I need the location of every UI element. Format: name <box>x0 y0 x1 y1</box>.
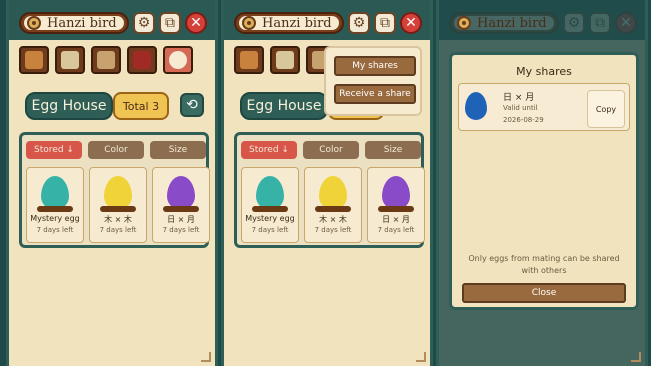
jar-icon[interactable] <box>91 46 121 74</box>
egg-card[interactable]: Mystery egg 7 days left <box>26 167 84 243</box>
app-title: Hanzi bird <box>262 15 332 31</box>
sort-stored-button[interactable]: Stored ↓ <box>241 141 297 159</box>
sort-color-button[interactable]: Color <box>303 141 359 159</box>
gear-icon[interactable]: ⚙ <box>133 12 155 34</box>
coin-icon <box>457 16 471 30</box>
share-icon[interactable]: ⟲ <box>180 93 204 117</box>
close-icon[interactable]: ✕ <box>400 12 422 34</box>
sort-stored-button[interactable]: Stored ↓ <box>26 141 82 159</box>
magnifier-icon[interactable] <box>270 46 300 74</box>
egg-grid: Stored ↓ Color Size Mystery egg 7 days l… <box>19 132 210 248</box>
house-icon[interactable] <box>19 46 49 74</box>
house-icon[interactable] <box>234 46 264 74</box>
resize-handle[interactable] <box>631 352 641 362</box>
magnifier-icon[interactable] <box>55 46 85 74</box>
close-icon[interactable]: ✕ <box>185 12 207 34</box>
coin-icon <box>242 16 256 30</box>
sort-size-button[interactable]: Size <box>365 141 421 159</box>
resize-handle[interactable] <box>201 352 211 362</box>
egg-card[interactable]: 木 × 木 7 days left <box>304 167 362 243</box>
sort-color-button[interactable]: Color <box>88 141 144 159</box>
egg-icon <box>465 92 487 120</box>
title-pill: Hanzi bird <box>19 12 129 34</box>
share-valid-label: Valid until <box>503 104 538 112</box>
share-note: Only eggs from mating can be shared with… <box>468 254 620 275</box>
egg-icon <box>382 176 410 210</box>
egg-house-panel-3: Hanzi bird ⚙ ⧉ ✕ My shares 日 × 月 Valid u… <box>436 0 648 366</box>
title-pill: Hanzi bird <box>234 12 344 34</box>
nest-icon <box>100 206 136 212</box>
total-badge: Total 3 <box>113 92 169 120</box>
egg-card[interactable]: 日 × 月 7 days left <box>152 167 210 243</box>
app-title: Hanzi bird <box>477 15 547 31</box>
app-title: Hanzi bird <box>47 15 117 31</box>
nest-icon <box>252 206 288 212</box>
coin-icon <box>27 16 41 30</box>
copy-button[interactable]: Copy <box>587 90 625 128</box>
copy-icon[interactable]: ⧉ <box>159 12 181 34</box>
sort-size-button[interactable]: Size <box>150 141 206 159</box>
door-icon[interactable] <box>127 46 157 74</box>
egg-card[interactable]: 日 × 月 7 days left <box>367 167 425 243</box>
share-dropdown-menu: My shares Receive a share <box>324 46 422 116</box>
resize-handle[interactable] <box>416 352 426 362</box>
egg-card[interactable]: Mystery egg 7 days left <box>241 167 299 243</box>
egg-house-panel-2: Hanzi bird ⚙ ⧉ ✕ Egg House Total 3 Store… <box>221 0 433 366</box>
egg-icon <box>167 176 195 210</box>
share-item: 日 × 月 Valid until 2026-08-29 Copy <box>458 83 630 131</box>
nest-icon <box>378 206 414 212</box>
receive-share-menu-item[interactable]: Receive a share <box>334 84 416 104</box>
egg-icon <box>104 176 132 210</box>
modal-title: My shares <box>516 65 572 78</box>
category-icon-row <box>19 46 193 74</box>
nest-icon <box>163 206 199 212</box>
my-shares-modal: My shares 日 × 月 Valid until 2026-08-29 C… <box>449 52 639 310</box>
share-valid-date: 2026-08-29 <box>503 116 544 124</box>
egg-icon <box>41 176 69 210</box>
gear-icon[interactable]: ⚙ <box>348 12 370 34</box>
copy-icon[interactable]: ⧉ <box>374 12 396 34</box>
my-shares-menu-item[interactable]: My shares <box>334 56 416 76</box>
egg-house-button[interactable]: Egg House <box>25 92 113 120</box>
close-button[interactable]: Close <box>462 283 626 303</box>
egg-house-button[interactable]: Egg House <box>240 92 328 120</box>
egg-card[interactable]: 木 × 木 7 days left <box>89 167 147 243</box>
egg-grid: Stored ↓ Color Size Mystery egg 7 days l… <box>234 132 425 248</box>
egg-icon[interactable] <box>163 46 193 74</box>
egg-house-panel-1: Hanzi bird ⚙ ⧉ ✕ Egg House Total 3 ⟲ Sto… <box>6 0 218 366</box>
nest-icon <box>315 206 351 212</box>
share-egg-name: 日 × 月 <box>503 93 535 103</box>
nest-icon <box>37 206 73 212</box>
egg-icon <box>256 176 284 210</box>
egg-icon <box>319 176 347 210</box>
